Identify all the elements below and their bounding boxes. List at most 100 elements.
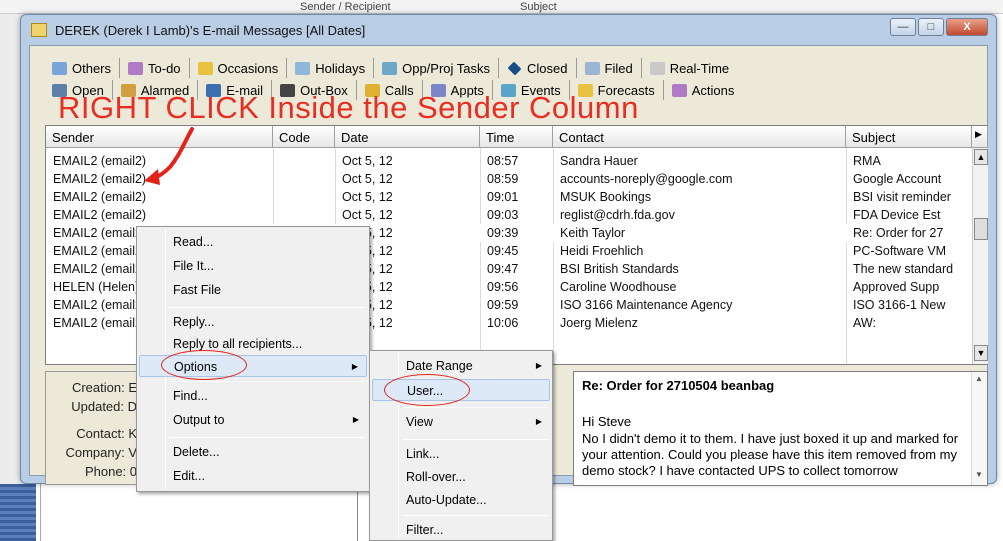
message-preview[interactable]: Re: Order for 2710504 beanbag Hi Steve N…	[573, 371, 988, 486]
cell-time: 09:39	[487, 226, 519, 240]
tab-label: Closed	[527, 60, 568, 76]
preview-scroll-down-icon[interactable]: ▼	[975, 470, 983, 479]
preview-body: No I didn't demo it to them. I have just…	[582, 431, 959, 478]
background-pane	[40, 484, 358, 541]
tab-occasions[interactable]: Occasions	[190, 58, 288, 78]
tab-holidays[interactable]: Holidays	[287, 58, 375, 78]
menu-separator	[402, 515, 548, 516]
submenu-item-date-range[interactable]: Date Range ▶	[372, 355, 550, 377]
submenu-arrow-icon: ▶	[351, 362, 358, 371]
table-row[interactable]: EMAIL2 (email2) Oct 5, 12 09:03 reglist@cdr…	[46, 206, 972, 224]
tab-actions[interactable]: Actions	[664, 80, 743, 100]
cell-time: 08:59	[487, 172, 519, 186]
menu-item-reply[interactable]: Reply...	[139, 311, 367, 333]
list-scrollbar[interactable]: ▲ ▼	[972, 148, 988, 364]
close-button[interactable]: X	[946, 18, 988, 36]
tab-label: Actions	[691, 82, 735, 98]
tab-label: Occasions	[217, 60, 279, 76]
cell-date: Oct 5, 12	[342, 154, 393, 168]
cell-contact: MSUK Bookings	[560, 190, 652, 204]
scroll-thumb[interactable]	[974, 218, 988, 240]
cell-date: Oct 5, 12	[342, 190, 393, 204]
preview-scroll-up-icon[interactable]: ▲	[975, 374, 983, 383]
menu-separator	[402, 439, 548, 440]
creation-label: Creation: E	[71, 380, 137, 395]
menu-item-edit[interactable]: Edit...	[139, 465, 367, 487]
preview-scrollbar[interactable]: ▲ ▼	[971, 372, 987, 485]
menu-item-output-to[interactable]: Output to ▶	[139, 409, 367, 431]
annotation-instruction: RIGHT CLICK Inside the Sender Column	[58, 90, 639, 125]
cell-contact: Heidi Froehlich	[560, 244, 644, 258]
title-bar: DEREK (Derek I Lamb)'s E-mail Messages […	[21, 15, 996, 45]
scroll-up-button[interactable]: ▲	[974, 149, 988, 165]
cell-contact: Keith Taylor	[560, 226, 626, 240]
menu-item-find[interactable]: Find...	[139, 385, 367, 407]
submenu-item-view[interactable]: View ▶	[372, 411, 550, 433]
column-header-time[interactable]: Time	[480, 126, 553, 148]
cell-sender: EMAIL2 (email2)	[53, 208, 147, 222]
cell-time: 09:03	[487, 208, 519, 222]
submenu-arrow-icon: ▶	[535, 361, 542, 370]
phone-label: Phone: 0	[84, 464, 137, 479]
company-label: Company: V	[65, 445, 137, 460]
cell-time: 09:47	[487, 262, 519, 276]
menu-item-delete[interactable]: Delete...	[139, 441, 367, 463]
menu-item-file-it[interactable]: File It...	[139, 255, 367, 277]
tab-closed[interactable]: Closed	[499, 58, 577, 78]
tab-real-time[interactable]: Real-Time	[642, 58, 737, 78]
window-title: DEREK (Derek I Lamb)'s E-mail Messages […	[55, 23, 366, 38]
actions-icon	[671, 83, 687, 97]
tab-filed[interactable]: Filed	[577, 58, 642, 78]
column-header-date[interactable]: Date	[335, 126, 480, 148]
column-header-subject[interactable]: Subject	[846, 126, 972, 148]
menu-item-reply-all[interactable]: Reply to all recipients...	[139, 333, 367, 355]
submenu-item-roll-over[interactable]: Roll-over...	[372, 466, 550, 488]
background-app-left	[0, 14, 22, 484]
cell-time: 10:06	[487, 316, 519, 330]
column-scroll-right-button[interactable]: ▶	[972, 126, 988, 148]
menu-separator	[402, 407, 548, 408]
maximize-button[interactable]: □	[918, 18, 944, 36]
submenu-arrow-icon: ▶	[535, 417, 542, 426]
checkmark-icon	[128, 61, 144, 75]
cell-contact: Caroline Woodhouse	[560, 280, 677, 294]
tab-others[interactable]: Others	[44, 58, 121, 78]
column-header-code[interactable]: Code	[273, 126, 335, 148]
menu-item-fast-file[interactable]: Fast File	[139, 279, 367, 301]
minimize-button[interactable]: —	[890, 18, 916, 36]
cell-subject: Approved Supp	[853, 280, 940, 294]
preview-greeting: Hi Steve	[582, 414, 632, 429]
submenu-item-link[interactable]: Link...	[372, 443, 550, 465]
submenu-arrow-icon: ▶	[352, 415, 359, 424]
task-icon	[382, 61, 398, 75]
date-range-label: Date Range	[406, 359, 473, 373]
tab-label: Filed	[604, 60, 633, 76]
cell-subject: Re: Order for 27	[853, 226, 944, 240]
menu-item-read[interactable]: Read...	[139, 231, 367, 253]
annotation-arrow-icon	[144, 127, 194, 185]
cell-time: 09:56	[487, 280, 519, 294]
submenu-item-filter[interactable]: Filter...	[372, 519, 550, 541]
people-icon	[52, 61, 67, 75]
app-icon	[31, 23, 47, 37]
tab-label: Others	[72, 60, 112, 76]
tab-opp-proj-tasks[interactable]: Opp/Proj Tasks	[374, 58, 500, 78]
tab-label: Opp/Proj Tasks	[402, 60, 491, 76]
cell-contact: ISO 3166 Maintenance Agency	[560, 298, 733, 312]
cell-subject: AW:	[853, 316, 876, 330]
holiday-icon	[295, 61, 311, 75]
submenu-item-auto-update[interactable]: Auto-Update...	[372, 489, 550, 511]
cell-subject: BSI visit reminder	[853, 190, 951, 204]
cell-subject: Google Account	[853, 172, 942, 186]
scroll-down-button[interactable]: ▼	[974, 345, 988, 361]
cell-time: 09:45	[487, 244, 519, 258]
background-column-fragment: Subject	[520, 1, 557, 13]
output-to-label: Output to	[173, 413, 225, 427]
annotation-circle-user	[384, 374, 470, 406]
cell-time: 09:01	[487, 190, 519, 204]
column-header-contact[interactable]: Contact	[553, 126, 846, 148]
background-blue-panel	[0, 484, 36, 541]
cell-contact: BSI British Standards	[560, 262, 679, 276]
tab-label: Holidays	[315, 60, 366, 76]
tab-todo[interactable]: To-do	[120, 58, 190, 78]
